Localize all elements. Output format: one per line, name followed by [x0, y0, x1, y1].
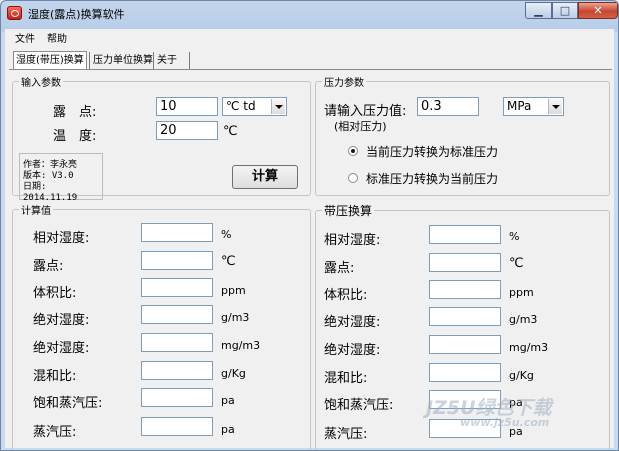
pressure-params-group: 压力参数 请输入压力值: 0.3 MPa (相对压力) 当前压力转换为标准压力 … — [315, 74, 610, 196]
input-params-legend: 输入参数 — [21, 78, 61, 89]
temperature-input[interactable]: 20 — [156, 121, 218, 140]
press-relative-humidity-field[interactable] — [429, 225, 501, 244]
title-bar[interactable]: 湿度(露点)换算软件 ▁ □ ✕ — [1, 1, 618, 25]
watermark-url: www.jz5u.com — [460, 416, 550, 429]
pressure-unit-value: MPa — [507, 99, 532, 113]
calc-unit-saturation-pressure: pa — [221, 394, 235, 407]
press-label-relative-humidity: 相对湿度: — [324, 233, 381, 248]
press-unit-abs-humidity-g: g/m3 — [509, 313, 538, 326]
relative-pressure-note: (相对压力) — [334, 120, 387, 133]
tab-separator — [153, 52, 154, 69]
press-unit-mixing-ratio: g/Kg — [509, 369, 534, 382]
author-text: 作者：李永亮 — [23, 160, 78, 170]
press-label-saturation-pressure: 饱和蒸汽压: — [324, 398, 394, 413]
maximize-button[interactable]: □ — [552, 2, 578, 19]
calc-unit-relative-humidity: % — [221, 228, 232, 241]
window-title: 湿度(露点)换算软件 — [28, 8, 125, 21]
chevron-down-icon[interactable] — [548, 99, 562, 114]
press-label-volume-ratio: 体积比: — [324, 288, 368, 303]
press-label-abs-humidity-g: 绝对湿度: — [324, 315, 381, 330]
calc-vapor-pressure-field[interactable] — [141, 417, 213, 436]
tab-panel: 输入参数 露 点: 10 ℃ td 温 度: 20 ℃ 作者：李永亮 版本: V… — [9, 69, 612, 450]
radio-current-to-standard-label[interactable]: 当前压力转换为标准压力 — [366, 143, 498, 160]
pressure-input[interactable]: 0.3 — [417, 97, 479, 116]
calc-label-mixing-ratio: 混和比: — [33, 369, 77, 384]
press-label-dewpoint: 露点: — [324, 261, 355, 276]
temperature-label: 温 度: — [53, 129, 97, 144]
dewpoint-label: 露 点: — [53, 105, 97, 120]
pressure-prompt-label: 请输入压力值: — [324, 104, 407, 119]
calc-abs-humidity-mg-field[interactable] — [141, 333, 213, 352]
radio-standard-to-current-label[interactable]: 标准压力转换为当前压力 — [366, 170, 498, 187]
calc-unit-abs-humidity-mg: mg/m3 — [221, 339, 261, 352]
version-text: 版本: V3.0 — [23, 171, 74, 181]
calc-dewpoint-field[interactable] — [141, 251, 213, 270]
temperature-unit: ℃ — [223, 124, 238, 139]
chevron-down-icon[interactable] — [271, 99, 285, 114]
calc-volume-ratio-field[interactable] — [141, 278, 213, 297]
calc-unit-mixing-ratio: g/Kg — [221, 367, 246, 380]
calc-unit-volume-ratio: ppm — [221, 284, 246, 297]
calc-values-group: 计算值 相对湿度: % 露点: ℃ 体积比: ppm 绝对湿度: g/m3 绝对… — [12, 202, 311, 450]
tab-separator — [189, 52, 190, 69]
calc-label-vapor-pressure: 蒸汽压: — [33, 425, 77, 440]
calc-saturation-pressure-field[interactable] — [141, 388, 213, 407]
press-label-vapor-pressure: 蒸汽压: — [324, 427, 368, 442]
radio-current-to-standard[interactable] — [348, 146, 358, 156]
app-window: 湿度(露点)换算软件 ▁ □ ✕ 文件 帮助 湿度(带压)换算 压力单位换算 关… — [0, 0, 619, 451]
pressure-calc-legend: 带压换算 — [324, 204, 373, 218]
press-unit-relative-humidity: % — [509, 230, 520, 243]
dewpoint-input[interactable]: 10 — [156, 97, 218, 116]
press-mixing-ratio-field[interactable] — [429, 363, 501, 382]
tab-control: 湿度(带压)换算 压力单位换算 关于 输入参数 露 点: 10 ℃ td 温 度… — [5, 43, 614, 450]
press-label-abs-humidity-mg: 绝对湿度: — [324, 343, 381, 358]
pressure-unit-select[interactable]: MPa — [503, 97, 564, 116]
calc-label-relative-humidity: 相对湿度: — [33, 231, 90, 246]
calc-label-dewpoint: 露点: — [33, 259, 64, 274]
calc-unit-abs-humidity-g: g/m3 — [221, 311, 250, 324]
calculate-button[interactable]: 计算 — [232, 165, 298, 189]
tab-separator — [89, 52, 90, 69]
calc-unit-vapor-pressure: pa — [221, 423, 235, 436]
press-volume-ratio-field[interactable] — [429, 280, 501, 299]
calc-label-abs-humidity-mg: 绝对湿度: — [33, 341, 90, 356]
calc-values-legend: 计算值 — [21, 206, 51, 217]
minimize-button[interactable]: ▁ — [525, 2, 552, 19]
dewpoint-unit-select[interactable]: ℃ td — [222, 97, 287, 116]
calc-label-abs-humidity-g: 绝对湿度: — [33, 313, 90, 328]
tab-pressure-unit[interactable]: 压力单位换算 — [93, 53, 153, 68]
calc-abs-humidity-g-field[interactable] — [141, 305, 213, 324]
author-info-box: 作者：李永亮 版本: V3.0 日期: 2014.11.19 — [19, 153, 103, 203]
app-icon[interactable] — [7, 6, 22, 20]
dewpoint-unit-value: ℃ td — [226, 99, 256, 113]
menu-bar: 文件 帮助 — [5, 29, 614, 45]
press-unit-abs-humidity-mg: mg/m3 — [509, 341, 549, 354]
press-abs-humidity-mg-field[interactable] — [429, 335, 501, 354]
close-button[interactable]: ✕ — [578, 2, 618, 19]
calc-label-saturation-pressure: 饱和蒸汽压: — [33, 396, 103, 411]
input-params-group: 输入参数 露 点: 10 ℃ td 温 度: 20 ℃ 作者：李永亮 版本: V… — [12, 74, 311, 203]
tab-humidity-pressure[interactable]: 湿度(带压)换算 — [13, 51, 87, 69]
tab-about[interactable]: 关于 — [157, 53, 177, 68]
press-abs-humidity-g-field[interactable] — [429, 307, 501, 326]
pressure-params-legend: 压力参数 — [324, 78, 364, 89]
radio-standard-to-current[interactable] — [348, 173, 358, 183]
calc-label-volume-ratio: 体积比: — [33, 286, 77, 301]
press-unit-dewpoint: ℃ — [509, 256, 524, 271]
date-text: 日期: 2014.11.19 — [23, 182, 78, 203]
press-label-mixing-ratio: 混和比: — [324, 371, 368, 386]
calc-relative-humidity-field[interactable] — [141, 223, 213, 242]
press-dewpoint-field[interactable] — [429, 253, 501, 272]
calc-mixing-ratio-field[interactable] — [141, 361, 213, 380]
press-unit-volume-ratio: ppm — [509, 286, 534, 299]
calc-unit-dewpoint: ℃ — [221, 254, 236, 269]
